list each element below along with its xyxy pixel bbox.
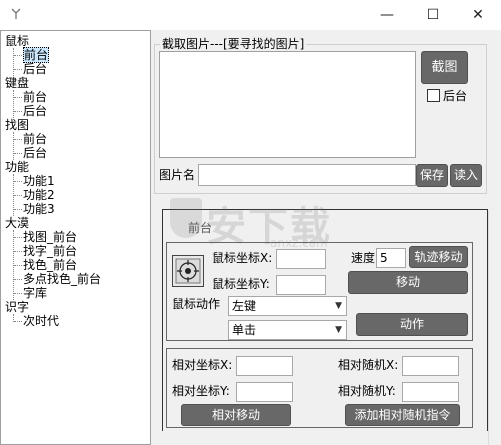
tree-item-function-3[interactable]: 功能3 bbox=[23, 202, 55, 216]
tree-item-findimage-foreground[interactable]: 前台 bbox=[23, 132, 47, 146]
tree-group-ocr[interactable]: 识字 bbox=[5, 300, 29, 314]
tree-item-function-1[interactable]: 功能1 bbox=[23, 174, 55, 188]
mouse-coord-y-label: 鼠标坐标Y: bbox=[212, 277, 270, 291]
rand-y-label: 相对随机Y: bbox=[338, 384, 396, 398]
crosshair-target-icon[interactable] bbox=[172, 255, 204, 287]
track-move-button[interactable]: 轨迹移动 bbox=[409, 246, 468, 268]
tree-item-damo-fontlib[interactable]: 字库 bbox=[23, 286, 47, 300]
tree-item-damo-multicolor[interactable]: 多点找色_前台 bbox=[23, 272, 101, 286]
panel-vertical-scrollbar[interactable] bbox=[488, 211, 501, 445]
tree-item-keyboard-background[interactable]: 后台 bbox=[23, 104, 47, 118]
tree-item-function-2[interactable]: 功能2 bbox=[23, 188, 55, 202]
move-button[interactable]: 移动 bbox=[348, 271, 468, 294]
rel-x-input[interactable] bbox=[236, 356, 293, 376]
tree-group-keyboard[interactable]: 键盘 bbox=[5, 76, 29, 90]
speed-input[interactable]: 5 bbox=[376, 248, 406, 268]
background-checkbox[interactable] bbox=[427, 89, 440, 102]
action-button[interactable]: 动作 bbox=[356, 313, 468, 336]
mouse-coord-x-label: 鼠标坐标X: bbox=[212, 251, 273, 265]
tree-item-ocr-nextgen[interactable]: 次时代 bbox=[23, 314, 59, 328]
rel-y-input[interactable] bbox=[236, 382, 293, 402]
tree-item-mouse-background[interactable]: 后台 bbox=[23, 62, 47, 76]
tree-item-damo-findimage[interactable]: 找图_前台 bbox=[23, 230, 77, 244]
tree-group-damo[interactable]: 大漠 bbox=[5, 216, 29, 230]
click-type-select[interactable]: 单击 ▼ bbox=[228, 320, 347, 340]
tree-item-findimage-background[interactable]: 后台 bbox=[23, 146, 47, 160]
tree-group-functions[interactable]: 功能 bbox=[5, 160, 29, 174]
mouse-coord-y-input[interactable] bbox=[276, 275, 326, 295]
mouse-coord-x-input[interactable] bbox=[276, 249, 326, 269]
image-name-input[interactable] bbox=[198, 164, 416, 186]
maximize-button[interactable]: ☐ bbox=[410, 0, 456, 30]
save-button[interactable]: 保存 bbox=[416, 164, 448, 187]
tree-item-mouse-foreground[interactable]: 前台 bbox=[23, 47, 50, 63]
tree-item-keyboard-foreground[interactable]: 前台 bbox=[23, 90, 47, 104]
app-icon bbox=[8, 7, 24, 23]
tree-item-damo-findcolor[interactable]: 找色_前台 bbox=[23, 258, 77, 272]
rel-x-label: 相对坐标X: bbox=[172, 358, 233, 372]
close-button[interactable]: ✕ bbox=[455, 0, 501, 30]
rand-x-input[interactable] bbox=[402, 356, 459, 376]
capture-group-title: 截取图片---[要寻找的图片] bbox=[160, 37, 307, 51]
speed-label: 速度 bbox=[351, 251, 376, 265]
capture-button[interactable]: 截图 bbox=[421, 51, 468, 84]
tree-group-findimage[interactable]: 找图 bbox=[5, 118, 29, 132]
relative-move-button[interactable]: 相对移动 bbox=[181, 404, 291, 426]
captured-image-area bbox=[159, 51, 416, 158]
add-relative-random-button[interactable]: 添加相对随机指令 bbox=[345, 404, 460, 426]
rel-y-label: 相对坐标Y: bbox=[172, 384, 230, 398]
panel-horizontal-scrollbar[interactable] bbox=[162, 431, 488, 445]
mouse-button-select[interactable]: 左键 ▼ bbox=[228, 296, 347, 316]
load-button[interactable]: 读入 bbox=[450, 164, 482, 187]
background-checkbox-label: 后台 bbox=[443, 89, 468, 103]
function-tree[interactable]: 鼠标 前台 后台 键盘 前台 后台 找图 前台 后台 功能 功能1 功能2 功能… bbox=[0, 30, 151, 445]
tree-item-damo-findtext[interactable]: 找字_前台 bbox=[23, 244, 77, 258]
title-bar: — ☐ ✕ bbox=[0, 0, 501, 30]
mouse-action-label: 鼠标动作 bbox=[172, 297, 221, 311]
minimize-button[interactable]: — bbox=[364, 0, 410, 30]
tab-foreground[interactable]: 前台 bbox=[188, 221, 212, 235]
rand-y-input[interactable] bbox=[402, 382, 459, 402]
rand-x-label: 相对随机X: bbox=[338, 358, 399, 372]
image-name-label: 图片名 bbox=[159, 168, 196, 182]
tree-group-mouse[interactable]: 鼠标 bbox=[5, 34, 29, 48]
